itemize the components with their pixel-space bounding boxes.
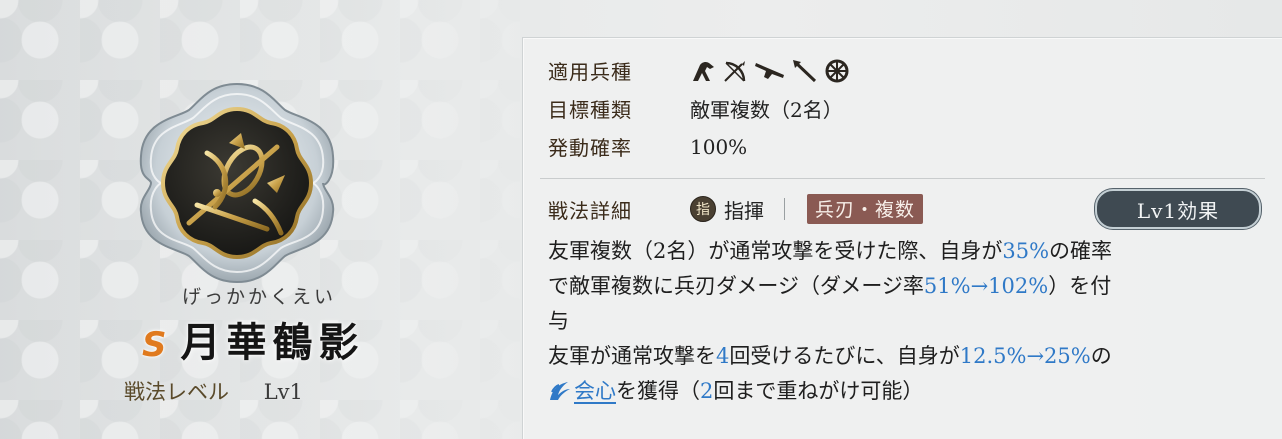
description-line: で敵軍複数に兵刃ダメージ（ダメージ率51%→102%）を付 bbox=[548, 269, 1268, 304]
troop-type-icons bbox=[690, 58, 850, 84]
trigger-rate-row: 発動確率 100% bbox=[548, 132, 747, 161]
description-line: 与 bbox=[548, 304, 1268, 339]
cart-icon bbox=[824, 58, 850, 84]
target-type-value: 敵軍複数（2名） bbox=[690, 98, 843, 122]
description-value: 12.5%→25% bbox=[959, 344, 1091, 368]
description-text: 与 bbox=[548, 309, 569, 333]
troop-type-row: 適用兵種 bbox=[548, 56, 850, 85]
target-type-row: 目標種類 敵軍複数（2名） bbox=[548, 94, 843, 123]
command-icon: 指 bbox=[690, 196, 716, 222]
description-value: 2 bbox=[700, 379, 714, 403]
tactic-description: 友軍複数（2名）が通常攻撃を受けた際、自身が35%の確率 で敵軍複数に兵刃ダメー… bbox=[548, 234, 1268, 413]
tactic-separator bbox=[784, 198, 785, 220]
skill-level-label: 戦法レベル bbox=[124, 380, 229, 404]
gun-icon bbox=[754, 59, 786, 83]
trigger-rate-label: 発動確率 bbox=[548, 136, 632, 160]
description-text: で敵軍複数に兵刃ダメージ（ダメージ率 bbox=[548, 274, 924, 298]
description-text: 回受けるたびに、自身が bbox=[729, 344, 960, 368]
description-text: 友軍複数（2名）が通常攻撃を受けた際、自身が bbox=[548, 239, 1003, 263]
skill-level-value: Lv1 bbox=[263, 380, 303, 404]
description-text: 友軍が通常攻撃を bbox=[548, 344, 716, 368]
tactic-detail-row: 戦法詳細 指 指揮 兵刃・複数 bbox=[548, 194, 924, 224]
description-value: 35% bbox=[1002, 239, 1050, 263]
description-line: 会心を獲得（2回まで重ねがけ可能） bbox=[548, 374, 1268, 413]
skill-level: 戦法レベル Lv1 bbox=[124, 376, 303, 406]
description-line: 友軍複数（2名）が通常攻撃を受けた際、自身が35%の確率 bbox=[548, 234, 1268, 269]
bow-icon bbox=[722, 59, 748, 83]
spear-icon bbox=[792, 59, 818, 83]
skill-emblem bbox=[135, 80, 339, 286]
skill-grade: S bbox=[142, 325, 167, 365]
tactic-detail-label: 戦法詳細 bbox=[548, 198, 632, 223]
skill-title: S 月華鶴影 bbox=[142, 310, 365, 368]
troop-type-label: 適用兵種 bbox=[548, 60, 632, 84]
description-value: 51%→102% bbox=[923, 274, 1049, 298]
description-text: の bbox=[1090, 344, 1112, 368]
skill-name: 月華鶴影 bbox=[180, 319, 365, 366]
description-value: 4 bbox=[716, 344, 730, 368]
section-divider bbox=[540, 178, 1265, 179]
skill-reading: げっかかくえい bbox=[182, 286, 337, 308]
level-effect-button[interactable]: Lv1効果 bbox=[1095, 189, 1261, 229]
description-text: の確率 bbox=[1049, 239, 1113, 263]
cavalry-icon bbox=[690, 59, 716, 83]
description-text: ）を付 bbox=[1048, 274, 1112, 298]
critical-icon bbox=[548, 378, 572, 413]
critical-link[interactable]: 会心 bbox=[574, 379, 616, 403]
tactic-tag: 兵刃・複数 bbox=[807, 194, 924, 224]
trigger-rate-value: 100% bbox=[690, 134, 748, 159]
description-text: 回まで重ねがけ可能） bbox=[713, 379, 924, 403]
tactic-type: 指揮 bbox=[724, 198, 764, 223]
target-type-label: 目標種類 bbox=[548, 98, 632, 122]
description-text: を獲得（ bbox=[616, 379, 700, 403]
description-line: 友軍が通常攻撃を4回受けるたびに、自身が12.5%→25%の bbox=[548, 339, 1268, 374]
